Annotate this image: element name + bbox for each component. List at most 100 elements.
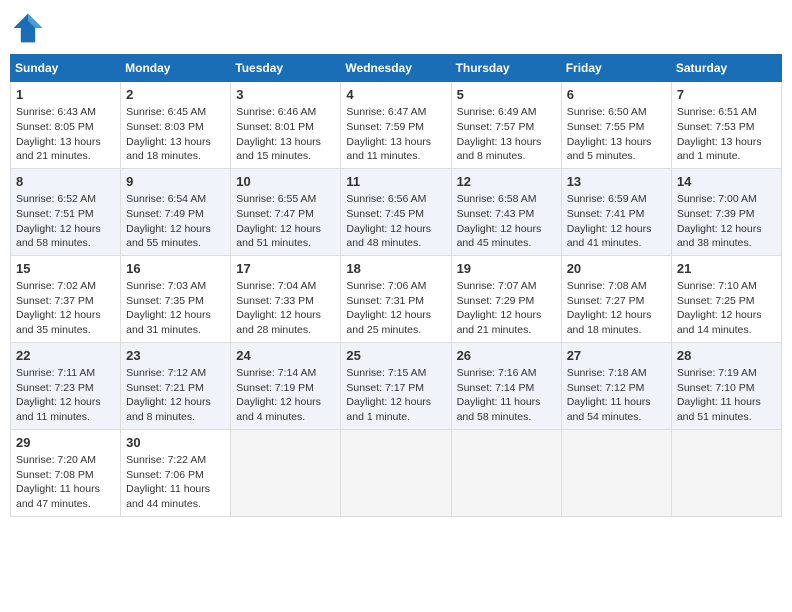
sunset-text: Sunset: 7:39 PM bbox=[677, 207, 776, 222]
day-number: 24 bbox=[236, 347, 335, 365]
calendar-week-5: 29Sunrise: 7:20 AMSunset: 7:08 PMDayligh… bbox=[11, 429, 782, 516]
sunrise-text: Sunrise: 6:45 AM bbox=[126, 105, 225, 120]
daylight-text: Daylight: 12 hours and 1 minute. bbox=[346, 395, 445, 424]
calendar-cell: 11Sunrise: 6:56 AMSunset: 7:45 PMDayligh… bbox=[341, 168, 451, 255]
sunset-text: Sunset: 7:35 PM bbox=[126, 294, 225, 309]
header-tuesday: Tuesday bbox=[231, 55, 341, 82]
header-sunday: Sunday bbox=[11, 55, 121, 82]
calendar-cell: 26Sunrise: 7:16 AMSunset: 7:14 PMDayligh… bbox=[451, 342, 561, 429]
sunset-text: Sunset: 7:33 PM bbox=[236, 294, 335, 309]
sunrise-text: Sunrise: 7:12 AM bbox=[126, 366, 225, 381]
daylight-text: Daylight: 12 hours and 28 minutes. bbox=[236, 308, 335, 337]
sunset-text: Sunset: 7:45 PM bbox=[346, 207, 445, 222]
daylight-text: Daylight: 13 hours and 8 minutes. bbox=[457, 135, 556, 164]
calendar-cell: 19Sunrise: 7:07 AMSunset: 7:29 PMDayligh… bbox=[451, 255, 561, 342]
sunset-text: Sunset: 7:17 PM bbox=[346, 381, 445, 396]
sunrise-text: Sunrise: 6:56 AM bbox=[346, 192, 445, 207]
day-number: 21 bbox=[677, 260, 776, 278]
sunrise-text: Sunrise: 6:51 AM bbox=[677, 105, 776, 120]
calendar-cell: 20Sunrise: 7:08 AMSunset: 7:27 PMDayligh… bbox=[561, 255, 671, 342]
calendar-cell: 15Sunrise: 7:02 AMSunset: 7:37 PMDayligh… bbox=[11, 255, 121, 342]
day-number: 14 bbox=[677, 173, 776, 191]
daylight-text: Daylight: 11 hours and 51 minutes. bbox=[677, 395, 776, 424]
calendar-cell: 14Sunrise: 7:00 AMSunset: 7:39 PMDayligh… bbox=[671, 168, 781, 255]
day-number: 16 bbox=[126, 260, 225, 278]
calendar-cell: 18Sunrise: 7:06 AMSunset: 7:31 PMDayligh… bbox=[341, 255, 451, 342]
daylight-text: Daylight: 12 hours and 25 minutes. bbox=[346, 308, 445, 337]
sunset-text: Sunset: 7:47 PM bbox=[236, 207, 335, 222]
calendar-cell: 16Sunrise: 7:03 AMSunset: 7:35 PMDayligh… bbox=[121, 255, 231, 342]
day-number: 13 bbox=[567, 173, 666, 191]
day-number: 12 bbox=[457, 173, 556, 191]
daylight-text: Daylight: 12 hours and 4 minutes. bbox=[236, 395, 335, 424]
logo bbox=[10, 10, 50, 46]
calendar-week-2: 8Sunrise: 6:52 AMSunset: 7:51 PMDaylight… bbox=[11, 168, 782, 255]
sunrise-text: Sunrise: 7:16 AM bbox=[457, 366, 556, 381]
calendar-cell: 23Sunrise: 7:12 AMSunset: 7:21 PMDayligh… bbox=[121, 342, 231, 429]
calendar-cell: 7Sunrise: 6:51 AMSunset: 7:53 PMDaylight… bbox=[671, 82, 781, 169]
logo-icon bbox=[10, 10, 46, 46]
day-number: 6 bbox=[567, 86, 666, 104]
day-number: 17 bbox=[236, 260, 335, 278]
day-number: 9 bbox=[126, 173, 225, 191]
sunset-text: Sunset: 7:43 PM bbox=[457, 207, 556, 222]
sunset-text: Sunset: 7:06 PM bbox=[126, 468, 225, 483]
daylight-text: Daylight: 13 hours and 5 minutes. bbox=[567, 135, 666, 164]
calendar-cell: 1Sunrise: 6:43 AMSunset: 8:05 PMDaylight… bbox=[11, 82, 121, 169]
daylight-text: Daylight: 11 hours and 47 minutes. bbox=[16, 482, 115, 511]
calendar-cell: 27Sunrise: 7:18 AMSunset: 7:12 PMDayligh… bbox=[561, 342, 671, 429]
sunset-text: Sunset: 7:25 PM bbox=[677, 294, 776, 309]
sunrise-text: Sunrise: 7:22 AM bbox=[126, 453, 225, 468]
day-number: 29 bbox=[16, 434, 115, 452]
sunrise-text: Sunrise: 7:19 AM bbox=[677, 366, 776, 381]
sunset-text: Sunset: 7:14 PM bbox=[457, 381, 556, 396]
day-number: 1 bbox=[16, 86, 115, 104]
header-saturday: Saturday bbox=[671, 55, 781, 82]
day-number: 10 bbox=[236, 173, 335, 191]
daylight-text: Daylight: 12 hours and 38 minutes. bbox=[677, 222, 776, 251]
sunset-text: Sunset: 7:57 PM bbox=[457, 120, 556, 135]
calendar-week-3: 15Sunrise: 7:02 AMSunset: 7:37 PMDayligh… bbox=[11, 255, 782, 342]
daylight-text: Daylight: 11 hours and 58 minutes. bbox=[457, 395, 556, 424]
sunrise-text: Sunrise: 7:20 AM bbox=[16, 453, 115, 468]
day-number: 15 bbox=[16, 260, 115, 278]
daylight-text: Daylight: 12 hours and 45 minutes. bbox=[457, 222, 556, 251]
day-number: 18 bbox=[346, 260, 445, 278]
day-number: 7 bbox=[677, 86, 776, 104]
sunrise-text: Sunrise: 6:58 AM bbox=[457, 192, 556, 207]
daylight-text: Daylight: 11 hours and 54 minutes. bbox=[567, 395, 666, 424]
daylight-text: Daylight: 12 hours and 18 minutes. bbox=[567, 308, 666, 337]
calendar-cell: 2Sunrise: 6:45 AMSunset: 8:03 PMDaylight… bbox=[121, 82, 231, 169]
daylight-text: Daylight: 12 hours and 48 minutes. bbox=[346, 222, 445, 251]
calendar-cell bbox=[561, 429, 671, 516]
sunset-text: Sunset: 8:01 PM bbox=[236, 120, 335, 135]
daylight-text: Daylight: 13 hours and 11 minutes. bbox=[346, 135, 445, 164]
day-number: 8 bbox=[16, 173, 115, 191]
day-number: 23 bbox=[126, 347, 225, 365]
calendar-cell bbox=[341, 429, 451, 516]
daylight-text: Daylight: 12 hours and 11 minutes. bbox=[16, 395, 115, 424]
sunrise-text: Sunrise: 7:02 AM bbox=[16, 279, 115, 294]
calendar-cell: 5Sunrise: 6:49 AMSunset: 7:57 PMDaylight… bbox=[451, 82, 561, 169]
sunset-text: Sunset: 7:29 PM bbox=[457, 294, 556, 309]
page-header bbox=[10, 10, 782, 46]
sunrise-text: Sunrise: 6:46 AM bbox=[236, 105, 335, 120]
calendar-cell bbox=[451, 429, 561, 516]
sunset-text: Sunset: 7:55 PM bbox=[567, 120, 666, 135]
sunrise-text: Sunrise: 7:07 AM bbox=[457, 279, 556, 294]
day-number: 30 bbox=[126, 434, 225, 452]
sunrise-text: Sunrise: 7:00 AM bbox=[677, 192, 776, 207]
day-number: 5 bbox=[457, 86, 556, 104]
sunrise-text: Sunrise: 6:50 AM bbox=[567, 105, 666, 120]
calendar-cell: 3Sunrise: 6:46 AMSunset: 8:01 PMDaylight… bbox=[231, 82, 341, 169]
calendar-cell: 22Sunrise: 7:11 AMSunset: 7:23 PMDayligh… bbox=[11, 342, 121, 429]
sunrise-text: Sunrise: 6:54 AM bbox=[126, 192, 225, 207]
sunset-text: Sunset: 7:31 PM bbox=[346, 294, 445, 309]
calendar-cell: 8Sunrise: 6:52 AMSunset: 7:51 PMDaylight… bbox=[11, 168, 121, 255]
sunrise-text: Sunrise: 7:11 AM bbox=[16, 366, 115, 381]
calendar-cell: 4Sunrise: 6:47 AMSunset: 7:59 PMDaylight… bbox=[341, 82, 451, 169]
daylight-text: Daylight: 13 hours and 15 minutes. bbox=[236, 135, 335, 164]
day-number: 26 bbox=[457, 347, 556, 365]
calendar-cell bbox=[671, 429, 781, 516]
calendar-cell: 12Sunrise: 6:58 AMSunset: 7:43 PMDayligh… bbox=[451, 168, 561, 255]
